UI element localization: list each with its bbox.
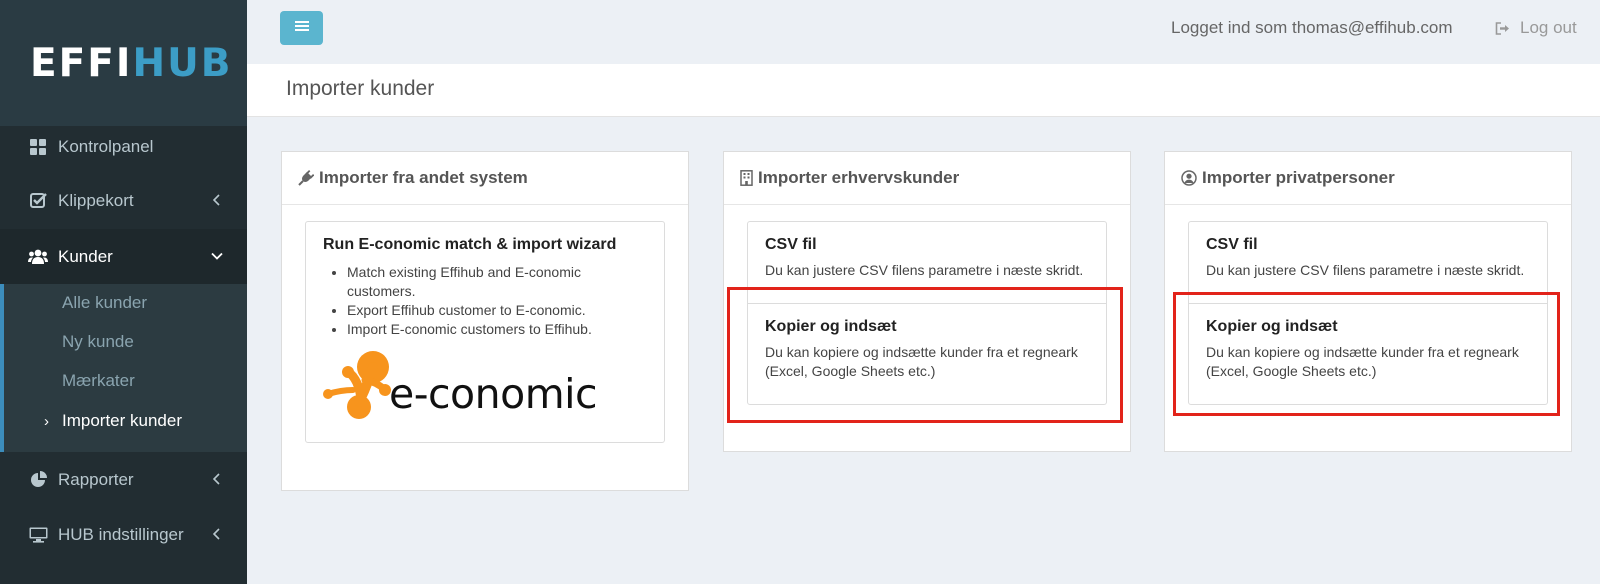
sidebar-item-kunder[interactable]: Kunder — [0, 229, 247, 284]
box-header: Importer privatpersoner — [1165, 152, 1571, 205]
users-icon — [28, 248, 48, 266]
sidebar-subitem-label: Importer kunder — [62, 411, 182, 430]
option-description: Du kan justere CSV filens parametre i næ… — [1206, 262, 1525, 278]
check-square-icon — [28, 192, 48, 210]
card-title: Run E-conomic match & import wizard — [323, 236, 617, 253]
feature-list: Match existing Effihub and E-conomic cus… — [323, 263, 648, 339]
brand-logo[interactable]: EFFI HUB — [0, 0, 247, 126]
logout-link[interactable]: Log out — [1495, 18, 1577, 38]
box-header: Importer erhvervskunder — [724, 152, 1130, 205]
sidebar-subitem-ny-kunde[interactable]: Ny kunde — [4, 323, 247, 361]
box-title: Importer privatpersoner — [1202, 168, 1395, 187]
option-description: Du kan justere CSV filens parametre i næ… — [765, 262, 1084, 278]
top-header: Logget ind som thomas@effihub.com Log ou… — [247, 0, 1600, 64]
sidebar-item-label: Klippekort — [58, 190, 134, 210]
csv-file-option[interactable]: CSV fil Du kan justere CSV filens parame… — [1189, 222, 1547, 303]
page-header: Importer kunder — [247, 64, 1600, 117]
sidebar-subitem-maerkater[interactable]: Mærkater — [4, 362, 247, 400]
sidebar-item-label: Rapporter — [58, 469, 134, 489]
sidebar-item-label: Kontrolpanel — [58, 136, 154, 156]
sidebar-item-hub-indstillinger[interactable]: HUB indstillinger — [0, 507, 247, 562]
red-highlight-frame — [727, 287, 1123, 423]
hamburger-icon — [294, 19, 309, 37]
box-header: Importer fra andet system — [282, 152, 688, 205]
sidebar-subitem-alle-kunder[interactable]: Alle kunder — [4, 284, 247, 322]
economic-wizard-card[interactable]: Run E-conomic match & import wizard Matc… — [305, 221, 665, 443]
logged-in-user-text: Logget ind som thomas@effihub.com — [1171, 18, 1453, 37]
box-title: Importer erhvervskunder — [758, 168, 960, 187]
logout-label: Log out — [1520, 18, 1577, 37]
option-title: CSV fil — [1206, 236, 1258, 253]
list-item: Import E-conomic customers to Effihub. — [347, 320, 648, 339]
chevron-left-icon — [209, 525, 225, 543]
sidebar-item-kontrolpanel[interactable]: Kontrolpanel — [0, 119, 247, 174]
sidebar: EFFI HUB Kontrolpanel Klippekort Kunder A… — [0, 0, 247, 584]
user-circle-icon — [1181, 170, 1197, 186]
sign-out-icon — [1495, 21, 1510, 35]
monitor-icon — [28, 526, 48, 544]
chevron-left-icon — [209, 470, 225, 488]
sidebar-subitem-label: Alle kunder — [62, 293, 148, 312]
sidebar-item-rapporter[interactable]: Rapporter — [0, 452, 247, 507]
chevron-down-icon — [209, 247, 225, 265]
economic-logo-text: e-conomic — [389, 370, 598, 418]
building-icon — [740, 170, 753, 186]
sidebar-subitem-label: Mærkater — [62, 371, 135, 390]
chevron-left-icon — [209, 191, 225, 209]
sidebar-submenu-kunder: Alle kunder Ny kunde Mærkater › Importer… — [0, 284, 247, 452]
import-other-system-box: Importer fra andet system Run E-conomic … — [281, 151, 689, 491]
red-highlight-frame — [1173, 292, 1560, 416]
sidebar-item-label: HUB indstillinger — [58, 524, 184, 544]
page-title: Importer kunder — [286, 77, 435, 100]
list-item: Export Effihub customer to E-conomic. — [347, 301, 648, 320]
box-title: Importer fra andet system — [319, 168, 528, 187]
list-item: Match existing Effihub and E-conomic cus… — [347, 263, 648, 301]
chevron-right-icon: › — [44, 412, 49, 430]
sidebar-subitem-label: Ny kunde — [62, 332, 134, 351]
sidebar-item-klippekort[interactable]: Klippekort — [0, 173, 247, 228]
plug-icon — [298, 170, 314, 186]
dashboard-icon — [28, 138, 48, 156]
sidebar-subitem-importer-kunder[interactable]: › Importer kunder — [4, 402, 247, 440]
pie-chart-icon — [28, 471, 48, 489]
brand-logo-part2: HUB — [132, 40, 233, 86]
brand-logo-part1: EFFI — [30, 40, 133, 86]
option-title: CSV fil — [765, 236, 817, 253]
sidebar-item-label: Kunder — [58, 246, 113, 266]
sidebar-toggle-button[interactable] — [280, 11, 323, 45]
